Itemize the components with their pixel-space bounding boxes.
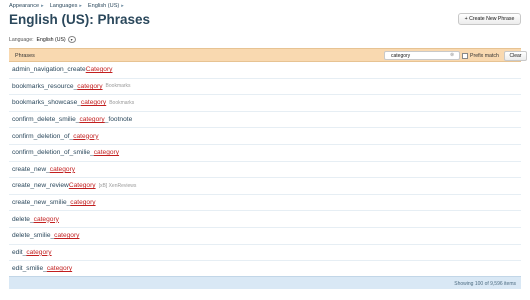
phrase-title-match: category (33, 215, 59, 223)
breadcrumb-label: English (US) (87, 3, 120, 9)
phrase-title-match: category (93, 149, 120, 157)
phrase-title-match: category (73, 132, 99, 140)
list-item[interactable]: delete_smilie_ category (9, 228, 521, 245)
phrase-title-prefix: bookmarks_resource_ (12, 82, 78, 90)
phrase-title-prefix: delete_smilie_ (12, 232, 55, 240)
phrase-title-prefix: edit_smilie_ (12, 265, 47, 273)
breadcrumb-separator-icon: ▸ (79, 3, 82, 9)
phrase-title-match: category (79, 116, 105, 124)
phrase-title-match: category (26, 248, 52, 256)
phrase-title-match: category (49, 165, 76, 173)
phrase-title-match: category (80, 99, 107, 107)
clear-button[interactable]: Clear (504, 51, 527, 61)
phrase-title-match: Category (85, 66, 113, 74)
list-item[interactable]: edit_ category (9, 245, 521, 262)
language-label: Language: (9, 36, 34, 43)
breadcrumb-item-appearance[interactable]: Appearance ▸ (9, 3, 44, 9)
filter-bar: Phrases category ⊗ Prefix match Clear (9, 48, 527, 62)
breadcrumb-item-english[interactable]: English (US) ▸ (88, 3, 124, 9)
phrase-title-prefix: delete_ (12, 215, 34, 223)
create-new-phrase-button[interactable]: + Create New Phrase (458, 13, 521, 25)
breadcrumb-item-languages[interactable]: Languages ▸ (50, 3, 82, 9)
list-footer: Showing 100 of 9,596 items (9, 276, 521, 289)
phrase-title-prefix: create_new_ (12, 165, 50, 173)
phrase-title-suffix: _footnote (104, 116, 133, 124)
phrase-title-match: Category (68, 182, 96, 190)
item-count-label: Showing 100 of 9,596 items (454, 281, 516, 287)
list-item[interactable]: create_new_smilie_ category (9, 195, 521, 212)
phrases-header-label: Phrases (15, 53, 35, 59)
phrase-title-prefix: confirm_deletion_of_smilie_ (12, 149, 94, 157)
filter-search-input[interactable]: category (384, 51, 460, 60)
list-item[interactable]: confirm_deletion_of_ category (9, 128, 521, 145)
phrase-title-prefix: edit_ (12, 248, 27, 256)
phrase-addon-label: Bookmarks (105, 83, 131, 90)
language-value[interactable]: English (US) (37, 37, 66, 43)
prefix-match-label[interactable]: Prefix match (470, 53, 499, 59)
phrase-title-prefix: create_new_smilie_ (12, 199, 71, 207)
list-item[interactable]: confirm_delete_smilie_ category _footnote (9, 112, 521, 129)
prefix-match-checkbox[interactable] (462, 53, 468, 59)
list-item[interactable]: confirm_deletion_of_smilie_ category (9, 145, 521, 162)
list-item[interactable]: create_new_ category (9, 162, 521, 179)
phrase-title-prefix: confirm_deletion_of_ (12, 132, 74, 140)
phrase-title-match: category (54, 232, 80, 240)
list-item[interactable]: create_new_review Category [xB] XenReviews (9, 178, 521, 195)
page-title: English (US): Phrases (9, 12, 151, 27)
list-item[interactable]: delete_ category (9, 211, 521, 228)
phrase-title-prefix: admin_navigation_create (12, 66, 86, 74)
breadcrumb-label: Languages (49, 3, 78, 9)
phrase-title-match: category (77, 82, 103, 90)
phrase-list: admin_navigation_create Category bookmark… (9, 62, 521, 278)
language-selector: Language: English (US) ▾ (9, 36, 76, 43)
phrase-title-prefix: confirm_delete_smilie_ (12, 116, 80, 124)
breadcrumb-label: Appearance (9, 3, 40, 9)
phrase-title-prefix: create_new_review (12, 182, 69, 190)
breadcrumb-separator-icon: ▸ (41, 3, 44, 9)
phrase-title-match: category (70, 199, 96, 207)
phrase-title-prefix: bookmarks_showcase_ (12, 99, 81, 107)
list-item[interactable]: bookmarks_showcase_ category Bookmarks (9, 95, 521, 112)
breadcrumb-separator-icon: ▸ (121, 3, 124, 9)
list-item[interactable]: bookmarks_resource_ category Bookmarks (9, 79, 521, 96)
phrase-addon-label: Bookmarks (109, 99, 135, 106)
clear-filter-icon[interactable]: ⊗ (450, 52, 454, 58)
breadcrumb: Appearance ▸ Languages ▸ English (US) ▸ (9, 3, 130, 9)
chevron-down-icon[interactable]: ▾ (67, 36, 76, 43)
phrase-addon-label: [xB] XenReviews (98, 182, 137, 189)
phrase-title-match: category (46, 265, 73, 273)
list-item[interactable]: admin_navigation_create Category (9, 62, 521, 79)
